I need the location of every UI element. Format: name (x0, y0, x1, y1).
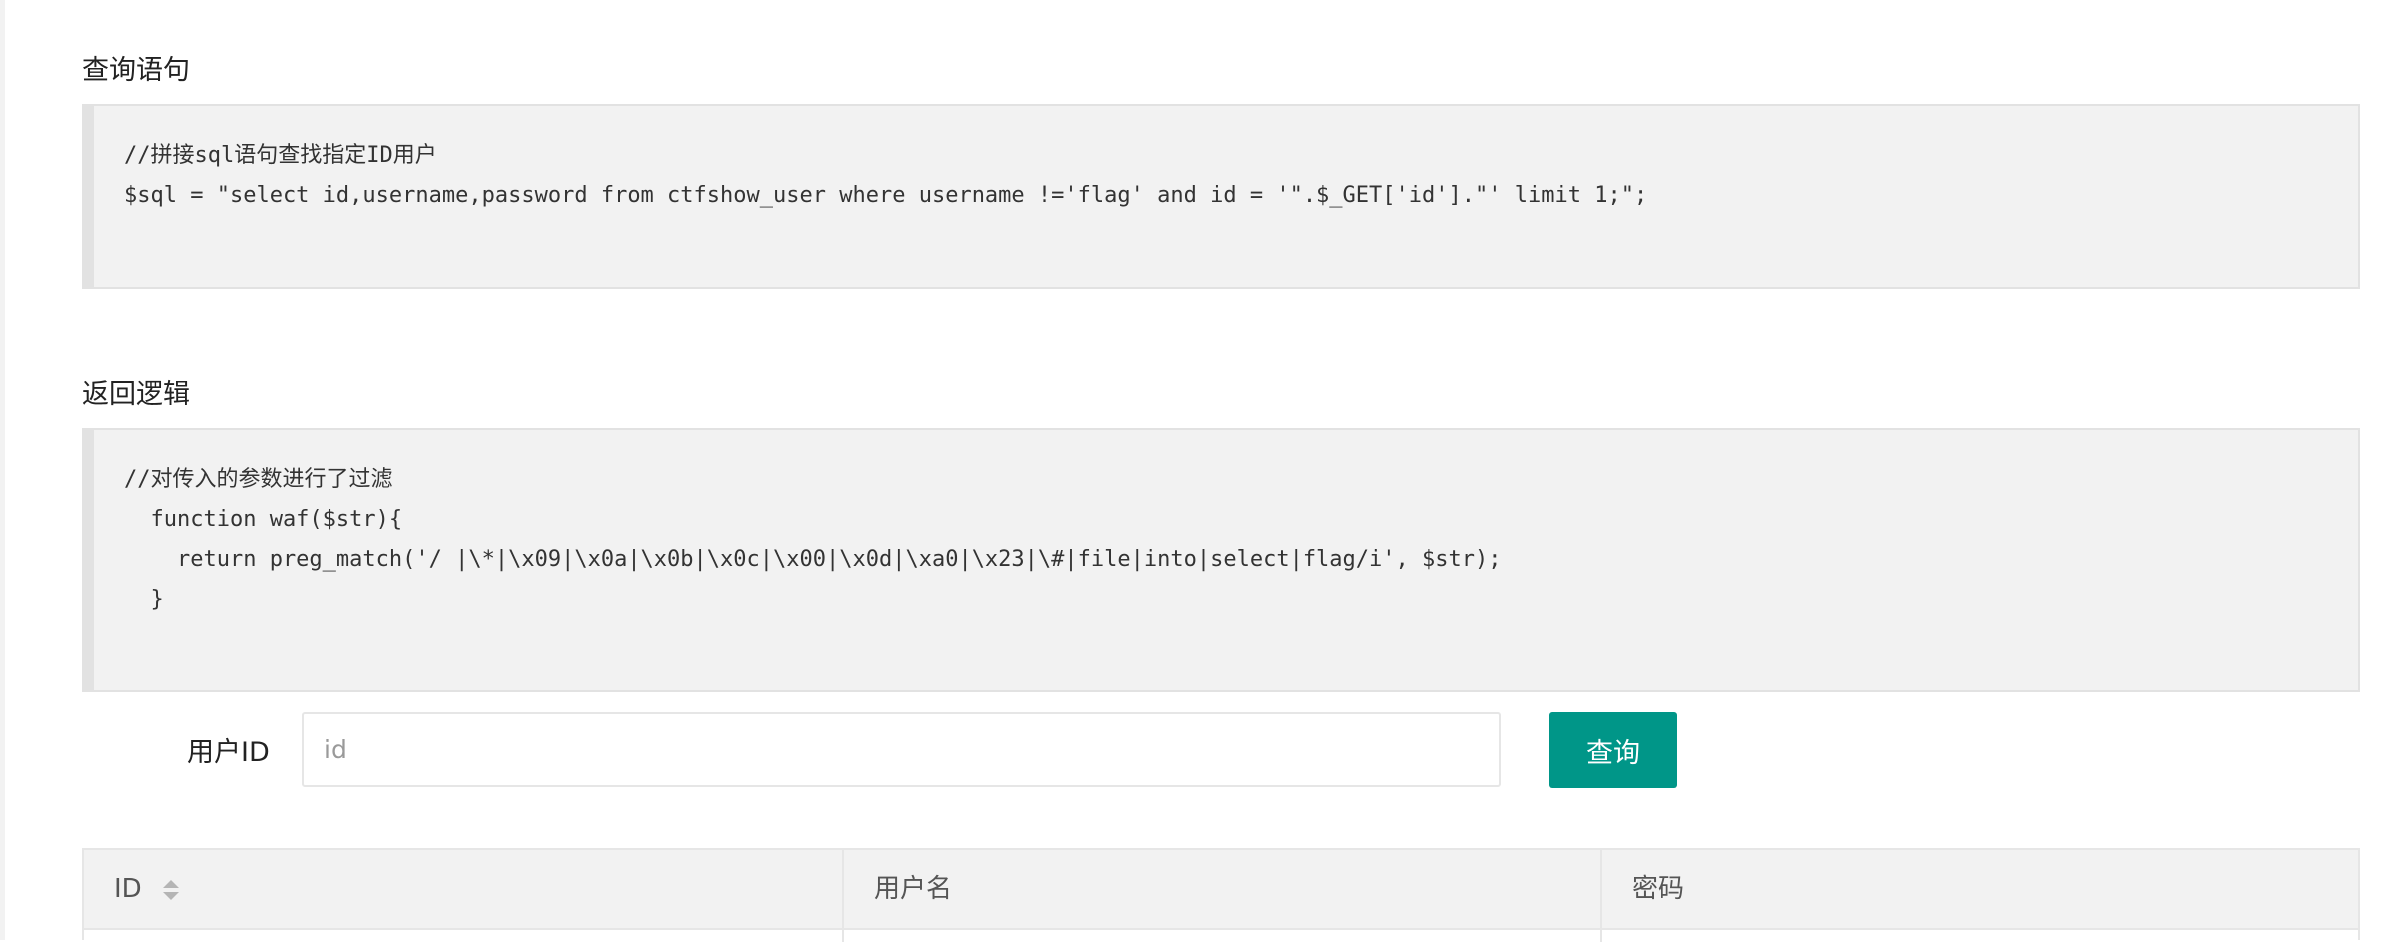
logic-code-line-2: function waf($str){ (124, 507, 403, 532)
sort-icon[interactable] (162, 878, 180, 902)
query-code-line-1: //拼接sql语句查找指定ID用户 (124, 143, 437, 168)
logic-code-line-3: return preg_match('/ |\*|\x09|\x0a|\x0b|… (124, 547, 1502, 572)
column-header-id[interactable]: ID (114, 850, 142, 928)
user-id-label: 用户ID (187, 737, 270, 768)
user-id-input[interactable] (302, 712, 1501, 787)
results-table: ID 用户名 密码 (82, 848, 2360, 942)
page-left-rule (0, 0, 5, 940)
column-divider (842, 850, 844, 942)
column-header-password: 密码 (1632, 874, 1685, 904)
column-divider (1600, 850, 1602, 942)
query-section-title: 查询语句 (82, 55, 190, 86)
table-header: ID 用户名 密码 (84, 850, 2358, 930)
logic-code-line-1: //对传入的参数进行了过滤 (124, 467, 393, 492)
column-header-id-label: ID (114, 874, 142, 904)
query-button[interactable]: 查询 (1549, 712, 1677, 788)
column-header-username: 用户名 (874, 874, 953, 904)
logic-code-line-4: } (124, 587, 164, 612)
query-code-block: //拼接sql语句查找指定ID用户 $sql = "select id,user… (82, 104, 2360, 289)
query-code-line-2: $sql = "select id,username,password from… (124, 183, 1648, 208)
logic-code-block: //对传入的参数进行了过滤 function waf($str){ return… (82, 428, 2360, 692)
logic-section-title: 返回逻辑 (82, 379, 190, 410)
